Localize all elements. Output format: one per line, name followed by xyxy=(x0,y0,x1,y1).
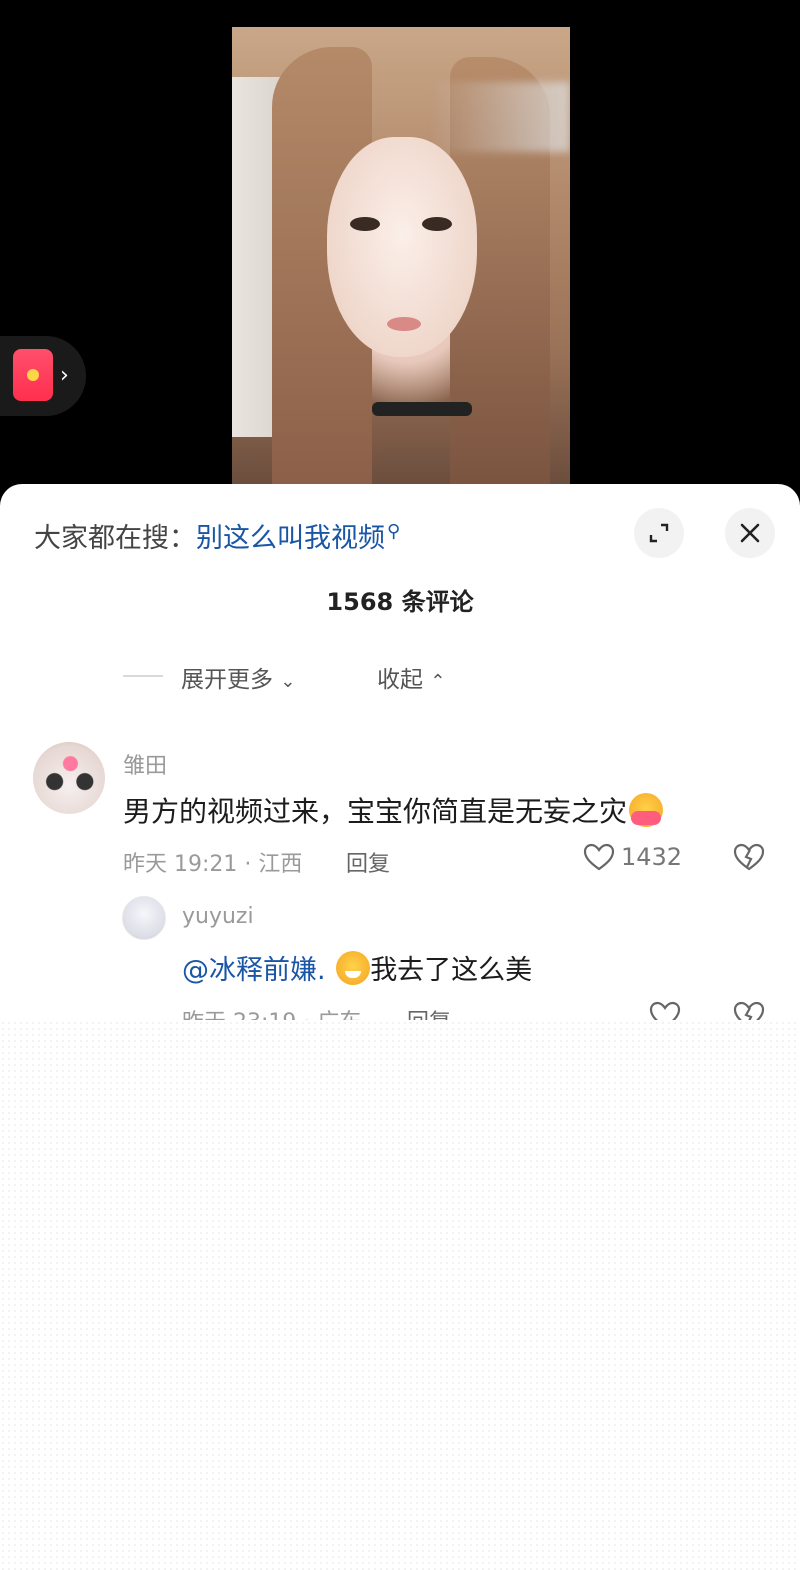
grinning-face-emoji-icon xyxy=(336,951,371,985)
chevron-up-icon: ⌃ xyxy=(430,671,446,692)
video-frame[interactable] xyxy=(232,27,570,487)
hugging-face-emoji-icon xyxy=(629,793,664,827)
thread-controls: 展开更多 ⌄ 收起 ⌃ xyxy=(123,660,723,694)
close-icon xyxy=(740,523,760,543)
video-subject-choker xyxy=(372,402,472,416)
search-suggestion-term[interactable]: 别这么叫我视频 xyxy=(196,523,385,554)
chevron-down-icon: ⌄ xyxy=(280,671,296,692)
avatar[interactable] xyxy=(122,896,166,940)
comment-item: 雏田 男方的视频过来，宝宝你简直是无妄之灾 昨天 19:21 · 江西 回复 1… xyxy=(0,742,800,882)
video-subject-eye xyxy=(422,217,452,231)
search-suggestion[interactable]: 大家都在搜：别这么叫我视频 ⚲ xyxy=(34,516,400,555)
red-envelope-icon xyxy=(13,349,53,401)
red-envelope-button[interactable]: › xyxy=(0,336,86,416)
collapse-label: 收起 xyxy=(377,667,423,693)
expand-sheet-button[interactable] xyxy=(634,508,684,558)
heart-icon xyxy=(583,843,615,871)
reply-button[interactable]: 回复 xyxy=(346,846,390,878)
like-count: 1432 xyxy=(621,843,683,871)
expand-more-button[interactable]: 展开更多 ⌄ xyxy=(181,660,295,694)
comment-author[interactable]: 雏田 xyxy=(123,748,167,780)
expand-more-label: 展开更多 xyxy=(181,667,273,693)
divider xyxy=(123,675,163,677)
expand-icon xyxy=(649,523,669,543)
comment-meta: 昨天 19:21 · 江西 xyxy=(123,852,303,877)
video-blur-overlay xyxy=(430,82,570,152)
search-suggestion-prefix: 大家都在搜： xyxy=(34,523,196,554)
chevron-right-icon: › xyxy=(60,363,69,388)
video-subject-lips xyxy=(387,317,421,331)
close-button[interactable] xyxy=(725,508,775,558)
comment-text: 男方的视频过来，宝宝你简直是无妄之灾 xyxy=(123,790,664,830)
mention-link[interactable]: @冰释前嫌. xyxy=(182,955,326,986)
reply-item: yuyuzi @冰释前嫌. 我去了这么美 昨天 23:19 · 广东 回复 xyxy=(0,896,800,1035)
video-subject-eye xyxy=(350,217,380,231)
collapse-button[interactable]: 收起 ⌃ xyxy=(377,660,445,694)
comment-count: 1568 条评论 xyxy=(326,588,474,616)
comment-sheet: 大家都在搜：别这么叫我视频 ⚲ 1568 条评论 展开更多 ⌄ 收起 ⌃ 雏田 男… xyxy=(0,484,800,1570)
like-button[interactable]: 1432 xyxy=(583,842,682,872)
avatar[interactable] xyxy=(33,742,105,814)
broken-heart-icon xyxy=(733,843,765,871)
dislike-button[interactable] xyxy=(733,842,765,876)
search-icon: ⚲ xyxy=(387,521,401,542)
empty-content-area xyxy=(0,1020,800,1570)
reply-author[interactable]: yuyuzi xyxy=(182,904,254,929)
video-player[interactable]: › xyxy=(0,0,800,500)
reply-text: @冰释前嫌. 我去了这么美 xyxy=(182,948,532,987)
